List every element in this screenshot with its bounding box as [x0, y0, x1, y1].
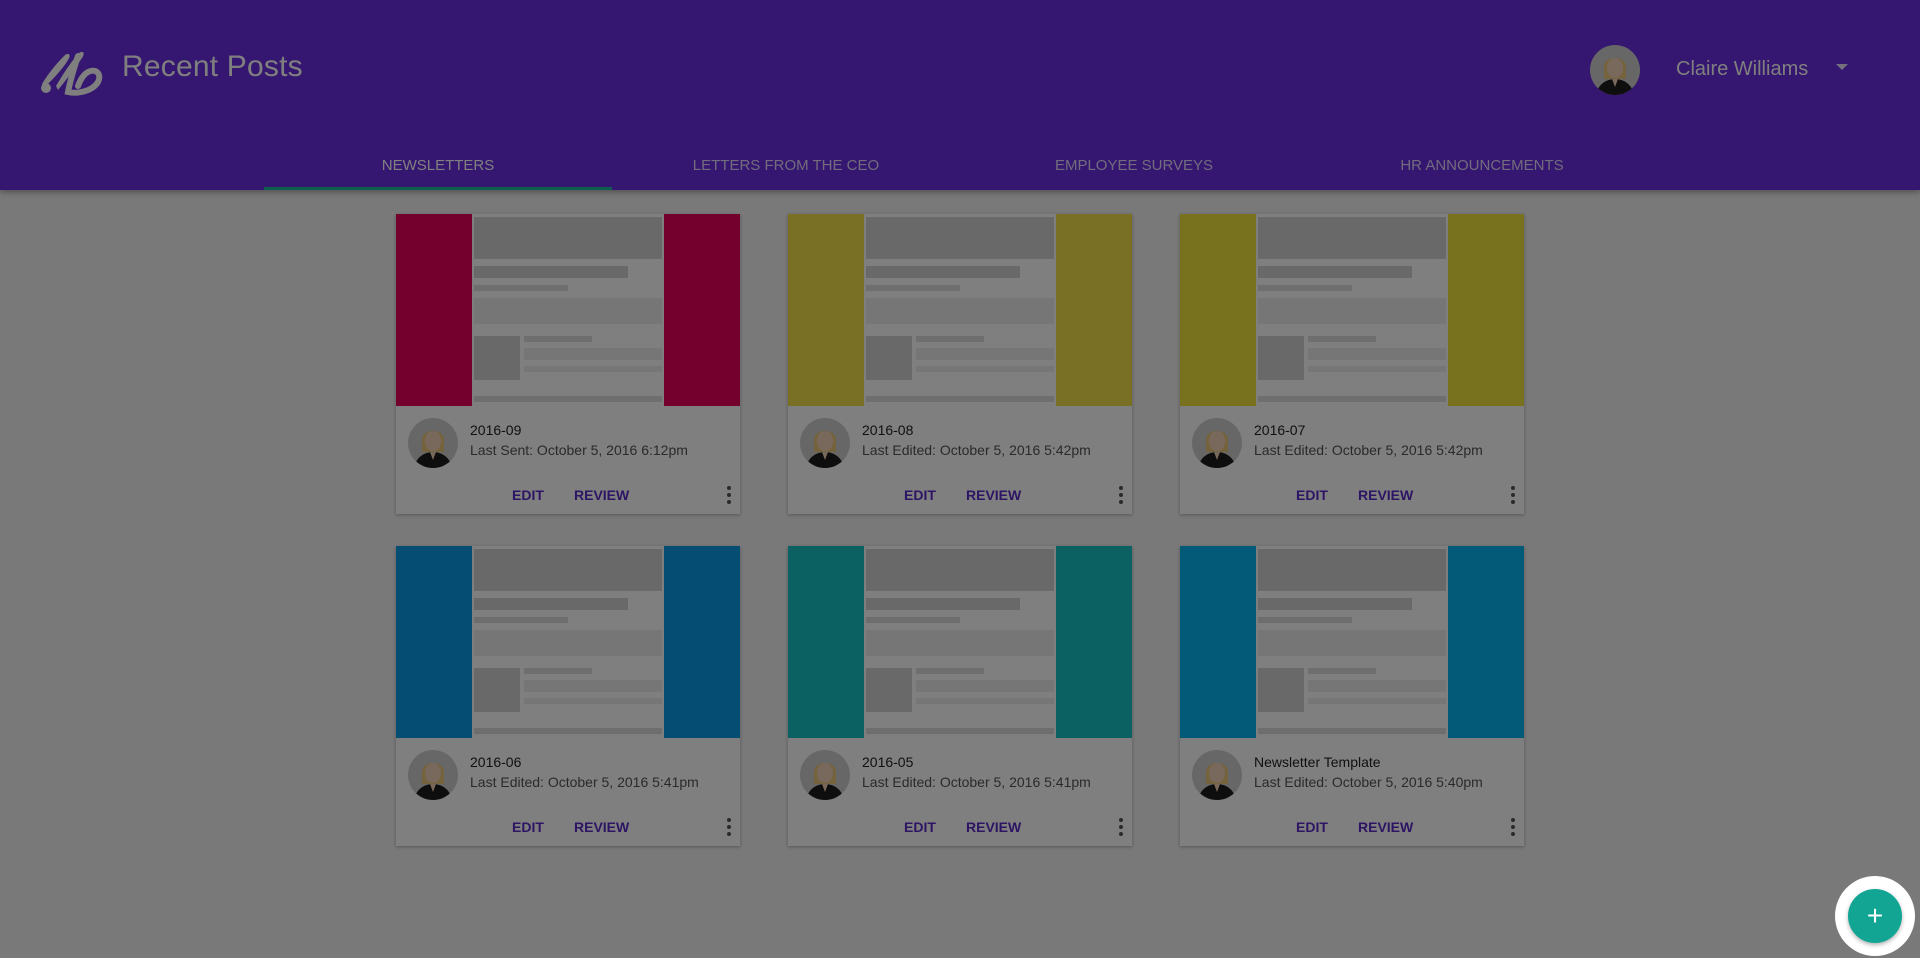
modal-overlay[interactable]	[0, 0, 1920, 958]
add-post-button[interactable]: +	[1848, 889, 1902, 943]
